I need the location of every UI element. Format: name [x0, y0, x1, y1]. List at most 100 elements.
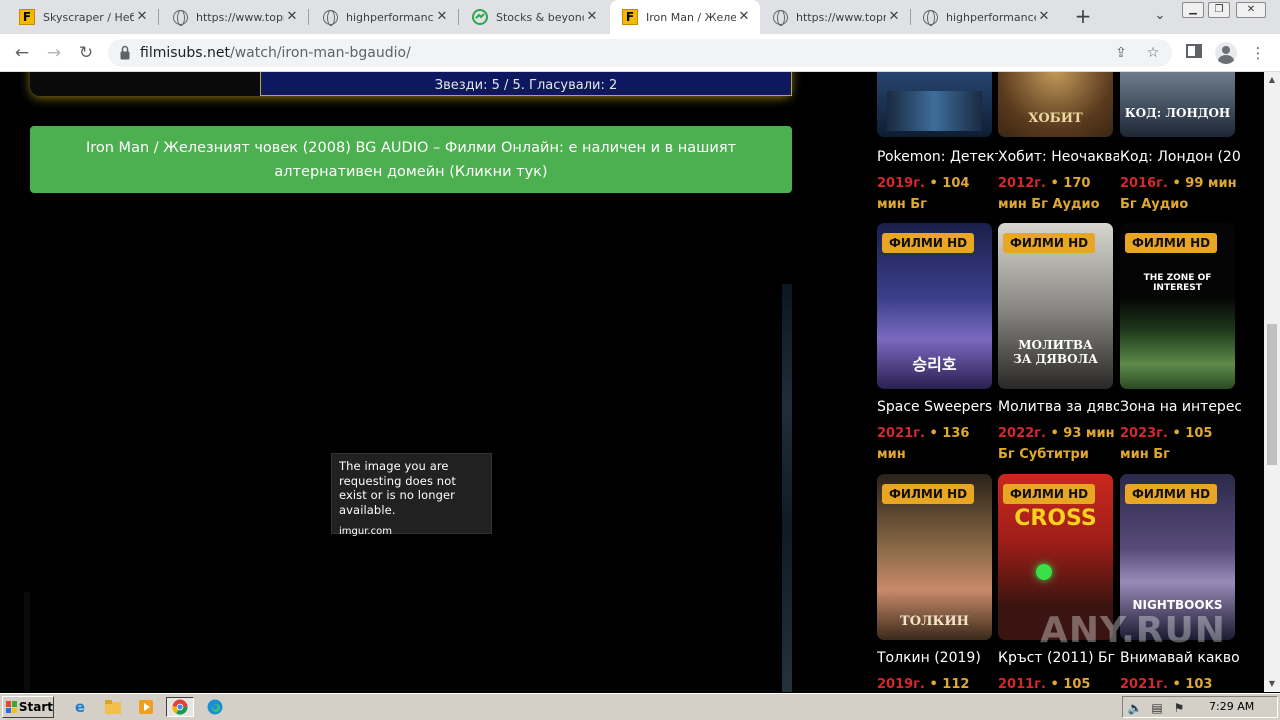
bookmark-star-icon[interactable]: ☆ — [1144, 44, 1162, 62]
tab-skyscraper[interactable]: F Skyscraper / Небо ✕ — [0, 0, 158, 34]
url-path: /watch/iron-man-bgaudio/ — [230, 45, 411, 61]
close-icon[interactable]: ✕ — [1036, 9, 1052, 25]
tab-search-chevron-icon[interactable]: ⌄ — [1150, 8, 1170, 26]
taskbar-clock[interactable]: 7:29 AM — [1209, 700, 1254, 713]
movie-info: 112 — [942, 677, 970, 692]
movie-title[interactable]: Внимавай какво четеш — [1120, 650, 1241, 666]
hd-badge: ФИЛМИ HD — [1003, 233, 1096, 253]
web-page: Звезди: 5 / 5. Гласували: 2 Iron Man / Ж… — [0, 72, 1264, 692]
movie-poster[interactable] — [877, 72, 992, 137]
tab-title: highperformanced — [346, 10, 434, 24]
globe-icon — [922, 9, 938, 26]
tab-title: highperformanced — [946, 10, 1036, 24]
rating-panel: Звезди: 5 / 5. Гласували: 2 — [260, 72, 792, 96]
alternative-domain-banner[interactable]: Iron Man / Железният човек (2008) BG AUD… — [30, 126, 792, 193]
window-close-button[interactable]: ✕ — [1236, 2, 1266, 18]
movie-meta: 2021г. • 136 мин — [877, 426, 970, 462]
page-scrollbar[interactable]: ▲ ▼ — [1264, 72, 1280, 692]
windows-logo-icon — [6, 701, 17, 713]
reload-button[interactable]: ↻ — [74, 41, 98, 65]
media-player-icon[interactable] — [134, 697, 158, 717]
close-icon[interactable]: ✕ — [434, 9, 450, 25]
url-host: filmisubs.net — [140, 45, 231, 61]
scroll-thumb[interactable] — [1267, 324, 1277, 465]
forward-button[interactable]: → — [42, 41, 66, 65]
movie-title[interactable]: Молитва за дявола (2022) — [998, 399, 1119, 415]
restore-button[interactable]: ❐ — [1208, 2, 1230, 18]
movie-meta: 2016г. • 99 мин Бг Аудио — [1120, 176, 1237, 212]
movie-poster[interactable]: ФИЛМИ HD 승리호 — [877, 223, 992, 389]
movie-poster[interactable]: ФИЛМИ HD THE ZONE OF INTEREST — [1120, 223, 1235, 389]
movie-poster[interactable]: ФИЛМИ HD МОЛИТВА ЗА ДЯВОЛА — [998, 223, 1113, 389]
imgur-missing-image: The image you are requesting does not ex… — [331, 453, 492, 537]
movie-year: 2019г. — [877, 677, 925, 692]
action-center-flag-icon[interactable]: ⚑ — [1171, 700, 1187, 716]
url-text: filmisubs.net/watch/iron-man-bgaudio/ — [140, 45, 411, 61]
volume-icon[interactable]: 🔈 — [1127, 700, 1143, 716]
movie-poster[interactable]: ХОБИТ — [998, 72, 1113, 137]
close-icon[interactable]: ✕ — [584, 9, 600, 25]
movie-title[interactable]: Зона на интерес (2023) — [1120, 399, 1241, 415]
start-button[interactable]: Start — [2, 696, 54, 718]
close-icon[interactable]: ✕ — [886, 9, 902, 25]
side-panel-icon[interactable] — [1184, 43, 1204, 63]
rating-text: Звезди: 5 / 5. Гласували: 2 — [434, 78, 618, 93]
address-bar[interactable]: filmisubs.net/watch/iron-man-bgaudio/ ⇪ … — [108, 39, 1172, 67]
close-icon[interactable]: ✕ — [736, 9, 752, 25]
movie-title[interactable]: Хобит: Неочаквано пътешествие — [998, 149, 1119, 165]
tab-title: https://www.topr — [796, 10, 886, 24]
movie-poster[interactable]: КОД: ЛОНДОН — [1120, 72, 1235, 137]
profile-avatar-icon[interactable] — [1215, 42, 1237, 64]
movie-info: 105 — [1063, 677, 1091, 692]
edge-icon[interactable] — [203, 697, 227, 717]
new-tab-button[interactable]: + — [1072, 6, 1094, 28]
tab-strip: F Skyscraper / Небо ✕ https://www.topr ✕… — [0, 0, 1280, 34]
tab-topr-2[interactable]: https://www.topr ✕ — [760, 0, 910, 34]
movie-title[interactable]: Код: Лондон (2016) — [1120, 149, 1241, 165]
chrome-icon[interactable] — [166, 697, 194, 717]
network-icon[interactable]: ▤ — [1149, 700, 1165, 716]
scroll-down-arrow-icon[interactable]: ▼ — [1264, 676, 1280, 692]
movie-year: 2022г. — [998, 426, 1046, 441]
tab-title: Skyscraper / Небо — [43, 10, 134, 24]
movie-info: 103 — [1185, 677, 1213, 692]
movie-meta: 2012г. • 170 мин Бг Аудио — [998, 176, 1100, 212]
movie-year: 2012г. — [998, 176, 1046, 191]
back-button[interactable]: ← — [10, 41, 34, 65]
movie-meta: 2022г. • 93 мин Бг Субтитри — [998, 426, 1115, 462]
movie-year: 2019г. — [877, 176, 925, 191]
movie-year: 2021г. — [1120, 677, 1168, 692]
minimize-button[interactable]: ▁ — [1182, 2, 1204, 18]
movie-meta: 2019г. • 112 — [877, 677, 970, 692]
tab-highperformance-1[interactable]: highperformanced ✕ — [308, 0, 458, 34]
hd-badge: ФИЛМИ HD — [1125, 484, 1218, 504]
movie-year: 2023г. — [1120, 426, 1168, 441]
close-icon[interactable]: ✕ — [284, 9, 300, 25]
movie-year: 2021г. — [877, 426, 925, 441]
movie-year: 2016г. — [1120, 176, 1168, 191]
internet-explorer-icon[interactable]: e — [68, 697, 92, 717]
movie-title[interactable]: Кръст (2011) Бг Аудио — [998, 650, 1119, 666]
anyrun-watermark: ANY.RUN — [1040, 610, 1226, 651]
tab-title: Iron Man / Желез — [646, 10, 736, 24]
movie-title[interactable]: Space Sweepers (2021) — [877, 399, 998, 415]
tab-highperformance-2[interactable]: highperformanced ✕ — [910, 0, 1060, 34]
movie-title[interactable]: Толкин (2019) — [877, 650, 998, 666]
system-tray: 🔈 ▤ ⚑ 7:29 AM — [1122, 696, 1278, 718]
hd-badge: ФИЛМИ HD — [882, 484, 975, 504]
tab-topr-1[interactable]: https://www.topr ✕ — [158, 0, 308, 34]
movie-meta: 2023г. • 105 мин Бг Субтитри — [1120, 423, 1238, 465]
scroll-up-arrow-icon[interactable]: ▲ — [1264, 72, 1280, 88]
movie-meta: 2011г. • 105 — [998, 677, 1091, 692]
globe-icon — [772, 9, 788, 26]
tab-iron-man[interactable]: F Iron Man / Желез ✕ — [610, 0, 760, 34]
close-icon[interactable]: ✕ — [134, 9, 150, 25]
menu-kebab-icon[interactable]: ⋮ — [1248, 43, 1268, 63]
rating-box: Звезди: 5 / 5. Гласували: 2 — [30, 72, 792, 96]
share-icon[interactable]: ⇪ — [1112, 44, 1130, 62]
file-explorer-icon[interactable] — [101, 697, 125, 717]
tab-stocks[interactable]: Stocks & beyond: ✕ — [458, 0, 608, 34]
movie-poster[interactable]: ФИЛМИ HD ТОЛКИН — [877, 474, 992, 640]
movie-title[interactable]: Pokemon: Детектив Пикачу — [877, 149, 998, 165]
imgur-error-message: The image you are requesting does not ex… — [339, 459, 456, 517]
